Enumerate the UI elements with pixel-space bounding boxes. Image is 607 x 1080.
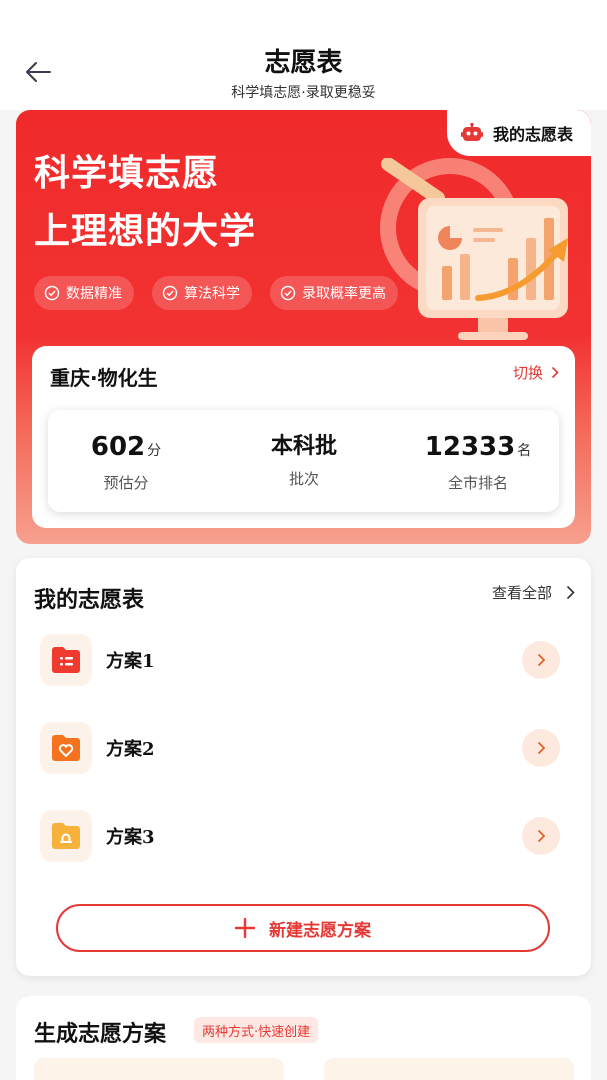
batch-value: 本科批 [270, 434, 337, 459]
folder-heart-icon [52, 735, 80, 761]
score-label: 预估分 [103, 474, 149, 492]
hero-banner: 我的志愿表 科学填志愿 上理想的大学 数据精准 算法科学 录取概率更高 重庆·物… [16, 110, 591, 544]
section-title: 生成志愿方案 [34, 1022, 167, 1047]
new-plan-label: 新建志愿方案 [269, 920, 371, 941]
page-header: 志愿表 科学填志愿·录取更稳妥 [0, 0, 607, 110]
feature-pill: 数据精准 [34, 276, 134, 310]
hero-headline-2: 上理想的大学 [34, 211, 257, 252]
hero-headline-1: 科学填志愿 [34, 153, 220, 194]
region-subjects: 重庆·物化生 [50, 366, 158, 390]
generate-badge: 两种方式·快速创建 [194, 1017, 319, 1043]
robot-icon [461, 123, 483, 141]
feature-pill-label: 算法科学 [184, 286, 240, 302]
score-summary: 602 分 预估分 本科批 批次 12333 名 全市排名 [48, 410, 559, 512]
chevron-right-icon [566, 585, 575, 600]
new-plan-button[interactable]: 新建志愿方案 [56, 904, 550, 952]
chevron-right-icon [551, 366, 559, 379]
check-circle-icon [280, 285, 296, 301]
check-circle-icon [162, 285, 178, 301]
rank-label: 全市排名 [447, 474, 508, 492]
batch-label: 批次 [288, 470, 319, 488]
folder-bell-icon [52, 823, 80, 849]
generate-option-card[interactable] [324, 1058, 574, 1080]
switch-button[interactable]: 切换 [513, 362, 559, 383]
plan-icon-wrap [40, 810, 92, 862]
plan-open-button[interactable] [522, 641, 560, 679]
plan-name: 方案3 [106, 827, 155, 848]
section-title: 我的志愿表 [34, 588, 145, 613]
check-circle-icon [44, 285, 60, 301]
switch-label: 切换 [512, 364, 543, 382]
view-all-link[interactable]: 查看全部 [492, 582, 575, 603]
plan-name: 方案1 [106, 651, 155, 672]
feature-pill-label: 数据精准 [66, 286, 122, 302]
plan-name: 方案2 [106, 739, 155, 760]
stat-score: 602 分 预估分 [70, 430, 182, 493]
generate-option-card[interactable] [34, 1058, 284, 1080]
chevron-right-icon [537, 829, 545, 843]
monitor-chart-illustration [380, 158, 568, 340]
chevron-right-icon [537, 741, 545, 755]
my-wish-list-tag[interactable]: 我的志愿表 [447, 110, 591, 156]
score-unit: 分 [147, 443, 162, 459]
my-wish-list-label: 我的志愿表 [493, 125, 574, 144]
page-subtitle: 科学填志愿·录取更稳妥 [231, 85, 376, 101]
feature-pill-label: 录取概率更高 [302, 286, 386, 302]
profile-card: 重庆·物化生 切换 602 分 预估分 本科批 批次 12333 名 全市排名 [32, 346, 575, 528]
rank-value: 12333 [424, 432, 516, 462]
view-all-label: 查看全部 [491, 584, 552, 602]
stat-rank: 12333 名 全市排名 [418, 430, 538, 493]
chevron-right-icon [537, 653, 545, 667]
plan-item-3[interactable]: 方案3 [40, 808, 560, 864]
score-value: 602 [90, 432, 146, 462]
feature-pill: 算法科学 [152, 276, 252, 310]
plan-icon-wrap [40, 634, 92, 686]
plan-icon-wrap [40, 722, 92, 774]
plan-open-button[interactable] [522, 729, 560, 767]
plan-item-1[interactable]: 方案1 [40, 632, 560, 688]
wish-list-section: 我的志愿表 查看全部 方案1 方案2 方案3 新建志愿方案 [16, 558, 591, 976]
plan-item-2[interactable]: 方案2 [40, 720, 560, 776]
folder-list-icon [52, 647, 80, 673]
generate-plan-section: 生成志愿方案 两种方式·快速创建 [16, 996, 591, 1080]
plus-icon [235, 918, 255, 938]
plan-open-button[interactable] [522, 817, 560, 855]
page-title: 志愿表 [264, 48, 343, 78]
stat-batch: 本科批 批次 [248, 430, 360, 489]
rank-unit: 名 [517, 443, 532, 459]
feature-pills: 数据精准 算法科学 录取概率更高 [34, 276, 398, 310]
